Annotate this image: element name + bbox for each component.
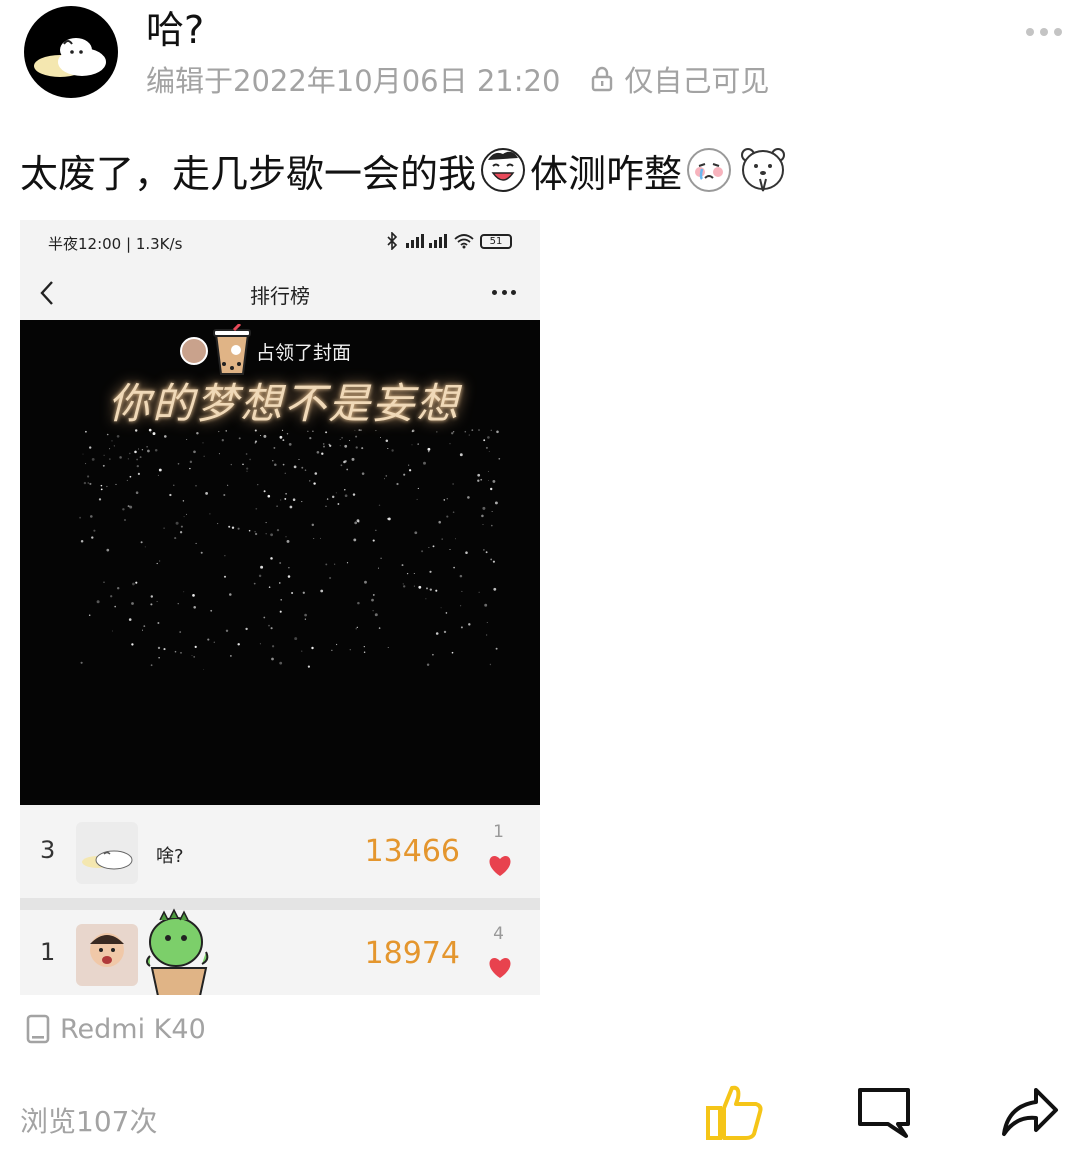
wifi-icon xyxy=(454,234,474,249)
ranking-row[interactable]: 3 啥? 13466 1 xyxy=(20,808,540,898)
rank-score: 13466 xyxy=(364,834,460,869)
dinosaur-sticker-icon xyxy=(146,908,209,995)
visibility-label: 仅自己可见 xyxy=(624,64,770,98)
ranking-row[interactable]: 1 18974 4 xyxy=(20,910,540,995)
more-dots-icon xyxy=(492,290,516,296)
cover-owner-avatar xyxy=(180,337,208,365)
post-text-part-1: 太废了，走几步歇一会的我 xyxy=(20,151,477,196)
rank-number: 3 xyxy=(40,836,56,864)
rank-like-count: 4 xyxy=(493,924,504,944)
ranking-title: 排行榜 xyxy=(250,284,310,308)
status-time: 半夜12:00 | 1.3K/s xyxy=(48,235,183,253)
post-text-part-2: 体测咋整 xyxy=(530,151,683,196)
post-text: 太废了，走几步歇一会的我 体测咋整 xyxy=(20,140,790,200)
heart-icon[interactable] xyxy=(487,854,513,878)
rank-name: 啥? xyxy=(156,846,184,867)
row-divider xyxy=(20,898,540,910)
ranking-header: 排行榜 xyxy=(20,266,540,320)
more-dots-icon xyxy=(1026,28,1034,36)
signal-icon xyxy=(406,234,447,248)
share-icon[interactable] xyxy=(998,1080,1062,1144)
edit-timestamp: 编辑于2022年10月06日 21:20 xyxy=(146,64,561,98)
cover-caption: 占领了封面 xyxy=(256,341,352,364)
thumbs-up-icon[interactable] xyxy=(702,1080,766,1144)
rank-avatar xyxy=(76,822,138,884)
ranking-cover: 占领了封面 你的梦想不是妄想 xyxy=(20,320,540,805)
battery-icon: 51 xyxy=(480,233,512,249)
more-options-button[interactable] xyxy=(1026,26,1062,38)
post-meta: 编辑于2022年10月06日 21:20 仅自己可见 xyxy=(146,60,769,98)
device-info: Redmi K40 xyxy=(26,1010,206,1048)
device-name: Redmi K40 xyxy=(60,1013,206,1045)
rank-avatar xyxy=(76,924,138,986)
rank-score: 18974 xyxy=(364,936,460,971)
rank-number: 1 xyxy=(40,938,56,966)
post-image[interactable]: 半夜12:00 | 1.3K/s 51 排行榜 占领了封面 你的梦想不是妄想 3… xyxy=(20,220,540,995)
cover-owner: 占领了封面 xyxy=(180,324,410,375)
author-avatar[interactable] xyxy=(24,6,118,98)
crying-face-emoji-icon xyxy=(687,148,732,192)
laughing-face-emoji-icon xyxy=(481,148,526,192)
author-name[interactable]: 哈? xyxy=(146,8,204,52)
heart-icon[interactable] xyxy=(487,956,513,980)
praying-bear-emoji-icon xyxy=(741,148,786,192)
status-bar: 半夜12:00 | 1.3K/s 51 xyxy=(20,220,540,266)
view-count: 浏览107次 xyxy=(20,1105,158,1138)
phone-icon xyxy=(26,1014,50,1044)
rank-like-count: 1 xyxy=(493,822,504,842)
bluetooth-icon xyxy=(387,232,398,250)
lock-icon xyxy=(592,66,613,92)
cover-slogan: 你的梦想不是妄想 xyxy=(108,379,461,428)
comment-icon[interactable] xyxy=(852,1080,916,1144)
